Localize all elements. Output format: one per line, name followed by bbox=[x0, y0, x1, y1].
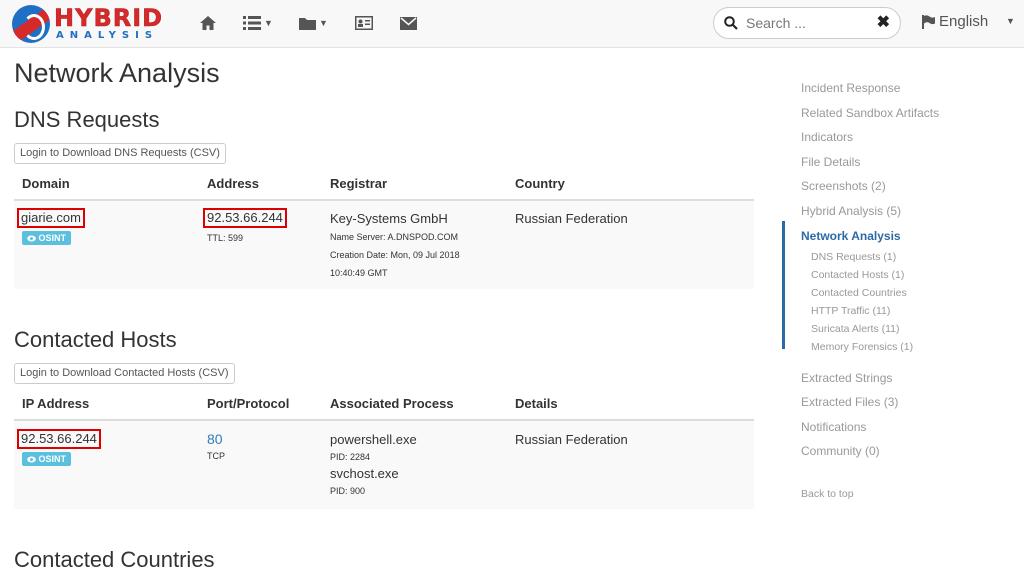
download-dns-csv-button[interactable]: Login to Download DNS Requests (CSV) bbox=[14, 143, 226, 164]
logo-word-hybrid: HYBRID bbox=[54, 4, 164, 32]
table-row: giarie.com OSINT 92.53.66.244 TTL: 599 K… bbox=[14, 201, 754, 289]
eye-icon bbox=[27, 456, 36, 463]
contacted-hosts-title: Contacted Hosts bbox=[14, 327, 177, 352]
details-value: Russian Federation bbox=[515, 432, 628, 447]
sidebar-item-file-details[interactable]: File Details bbox=[801, 155, 860, 169]
contacted-hosts-table: IP Address Port/Protocol Associated Proc… bbox=[14, 388, 754, 509]
list-icon bbox=[243, 16, 261, 30]
sidebar-item-hybrid-analysis[interactable]: Hybrid Analysis (5) bbox=[801, 204, 901, 218]
logo-emblem-icon bbox=[12, 5, 50, 43]
download-hosts-csv-button[interactable]: Login to Download Contacted Hosts (CSV) bbox=[14, 363, 235, 384]
active-section-indicator bbox=[782, 221, 785, 349]
process-pid: PID: 900 bbox=[330, 486, 366, 496]
back-to-top-link[interactable]: Back to top bbox=[801, 488, 854, 500]
top-navbar: HYBRID ANALYSIS ▼ ▼ ✖ English ▼ bbox=[0, 0, 1024, 48]
process-name: svchost.exe bbox=[330, 466, 399, 481]
sidebar-subitem-memory-forensics[interactable]: Memory Forensics (1) bbox=[811, 341, 913, 353]
sidebar-subitem-suricata-alerts[interactable]: Suricata Alerts (11) bbox=[811, 323, 900, 335]
address-value[interactable]: 92.53.66.244 bbox=[203, 208, 287, 228]
process-pid: PID: 2284 bbox=[330, 452, 371, 462]
osint-label: OSINT bbox=[38, 454, 67, 464]
flag-icon bbox=[922, 14, 935, 29]
column-header-ip-address: IP Address bbox=[22, 396, 90, 411]
chevron-down-icon: ▼ bbox=[1006, 16, 1015, 26]
sidebar-subitem-dns-requests[interactable]: DNS Requests (1) bbox=[811, 251, 896, 263]
search-input[interactable] bbox=[746, 14, 866, 32]
osint-button[interactable]: OSINT bbox=[22, 452, 72, 466]
column-header-address: Address bbox=[207, 176, 260, 191]
logo-word-analysis: ANALYSIS bbox=[56, 30, 159, 41]
sidebar-item-incident-response[interactable]: Incident Response bbox=[801, 81, 900, 95]
port-link[interactable]: 80 bbox=[207, 431, 225, 447]
column-header-domain: Domain bbox=[22, 176, 70, 191]
column-header-registrar: Registrar bbox=[330, 176, 388, 191]
eye-icon bbox=[27, 235, 36, 242]
process-name: powershell.exe bbox=[330, 432, 417, 447]
sidebar-item-notifications[interactable]: Notifications bbox=[801, 420, 866, 434]
domain-value[interactable]: giarie.com bbox=[17, 208, 85, 228]
column-header-details: Details bbox=[515, 396, 558, 411]
osint-label: OSINT bbox=[38, 233, 67, 243]
home-icon[interactable] bbox=[199, 11, 217, 35]
dns-requests-title: DNS Requests bbox=[14, 107, 160, 132]
sidebar-item-indicators[interactable]: Indicators bbox=[801, 130, 853, 144]
table-header: IP Address Port/Protocol Associated Proc… bbox=[14, 388, 754, 421]
column-header-associated-process: Associated Process bbox=[330, 396, 454, 411]
language-selector[interactable]: English ▼ bbox=[922, 13, 1015, 30]
creation-time-value: 10:40:49 GMT bbox=[330, 268, 388, 278]
dns-requests-table: Domain Address Registrar Country giarie.… bbox=[14, 168, 754, 289]
name-server-value: Name Server: A.DNSPOD.COM bbox=[330, 232, 459, 242]
hybrid-analysis-logo[interactable]: HYBRID ANALYSIS bbox=[12, 5, 172, 43]
sidebar-item-network-analysis[interactable]: Network Analysis bbox=[801, 229, 901, 243]
sidebar-item-extracted-files[interactable]: Extracted Files (3) bbox=[801, 395, 898, 409]
column-header-country: Country bbox=[515, 176, 565, 191]
sidebar-item-extracted-strings[interactable]: Extracted Strings bbox=[801, 371, 892, 385]
protocol-value: TCP bbox=[207, 451, 225, 461]
folder-menu-dropdown[interactable]: ▼ bbox=[299, 11, 328, 35]
folder-icon bbox=[299, 18, 316, 30]
id-card-icon[interactable] bbox=[355, 11, 373, 35]
language-label: English bbox=[939, 13, 989, 30]
chevron-down-icon: ▼ bbox=[264, 18, 273, 28]
column-header-port-protocol: Port/Protocol bbox=[207, 396, 290, 411]
sidebar-item-related-artifacts[interactable]: Related Sandbox Artifacts bbox=[801, 106, 939, 120]
sidebar-subitem-contacted-hosts[interactable]: Contacted Hosts (1) bbox=[811, 269, 904, 281]
registrar-value: Key-Systems GmbH bbox=[330, 211, 448, 226]
search-box: ✖ bbox=[713, 7, 901, 39]
envelope-icon[interactable] bbox=[400, 11, 417, 35]
list-menu-dropdown[interactable]: ▼ bbox=[243, 11, 273, 35]
osint-button[interactable]: OSINT bbox=[22, 231, 72, 245]
creation-date-value: Creation Date: Mon, 09 Jul 2018 bbox=[330, 250, 460, 260]
table-row: 92.53.66.244 OSINT 80 TCP powershell.exe… bbox=[14, 421, 754, 509]
sidebar-item-screenshots[interactable]: Screenshots (2) bbox=[801, 179, 886, 193]
search-icon[interactable] bbox=[724, 16, 738, 30]
sidebar-subitem-contacted-countries[interactable]: Contacted Countries bbox=[811, 287, 907, 299]
ttl-value: TTL: 599 bbox=[207, 233, 244, 243]
sidebar-subitem-http-traffic[interactable]: HTTP Traffic (11) bbox=[811, 305, 890, 317]
clear-search-icon[interactable]: ✖ bbox=[877, 14, 890, 32]
chevron-down-icon: ▼ bbox=[319, 18, 328, 28]
table-header: Domain Address Registrar Country bbox=[14, 168, 754, 201]
page-title: Network Analysis bbox=[14, 58, 220, 88]
country-value: Russian Federation bbox=[515, 211, 628, 226]
sidebar-item-community[interactable]: Community (0) bbox=[801, 444, 880, 458]
ip-address-value[interactable]: 92.53.66.244 bbox=[17, 429, 101, 449]
contacted-countries-title: Contacted Countries bbox=[14, 547, 215, 572]
